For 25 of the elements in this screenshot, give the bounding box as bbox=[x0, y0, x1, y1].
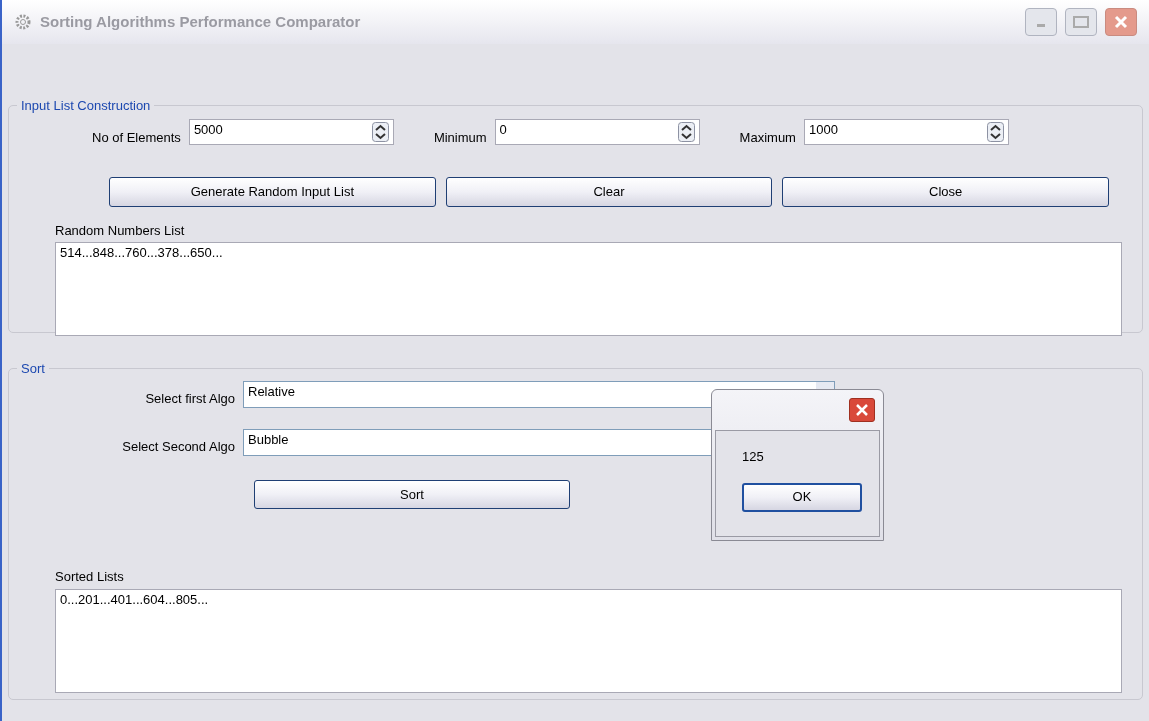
close-icon bbox=[855, 403, 869, 417]
number-spinner[interactable]: 1000 bbox=[803, 118, 1009, 145]
list-label: Sorted Lists bbox=[55, 568, 125, 586]
field-label: Select first Algo bbox=[144, 390, 236, 408]
ok-button[interactable]: OK bbox=[742, 482, 862, 512]
numbers-text-area[interactable]: 514...848...760...378...650... bbox=[55, 242, 1122, 336]
up-down-arrows-icon[interactable] bbox=[986, 121, 1004, 142]
up-down-arrows-icon[interactable] bbox=[677, 121, 695, 142]
field-label: Select Second Algo bbox=[121, 437, 236, 456]
action-button[interactable]: Generate Random Input List bbox=[109, 176, 436, 207]
close-button[interactable] bbox=[849, 398, 875, 422]
gear-icon bbox=[14, 13, 32, 31]
list-label: Random Numbers List bbox=[55, 221, 186, 240]
field-label: No of Elements bbox=[92, 129, 181, 147]
action-button[interactable]: Clear bbox=[445, 176, 773, 207]
up-down-arrows-icon[interactable] bbox=[371, 121, 389, 142]
number-spinner[interactable]: 5000 bbox=[188, 118, 394, 145]
close-icon bbox=[1113, 14, 1129, 30]
action-button[interactable]: Close bbox=[782, 176, 1109, 207]
window-title: Sorting Algorithms Performance Comparator bbox=[40, 11, 361, 32]
sorted-text-area[interactable]: 0...201...401...604...805... bbox=[55, 588, 1122, 693]
sort-button[interactable]: Sort bbox=[254, 480, 570, 509]
number-spinner[interactable]: 0 bbox=[494, 118, 700, 145]
field-label: Maximum bbox=[739, 129, 796, 147]
field-label: Minimum bbox=[433, 129, 487, 147]
